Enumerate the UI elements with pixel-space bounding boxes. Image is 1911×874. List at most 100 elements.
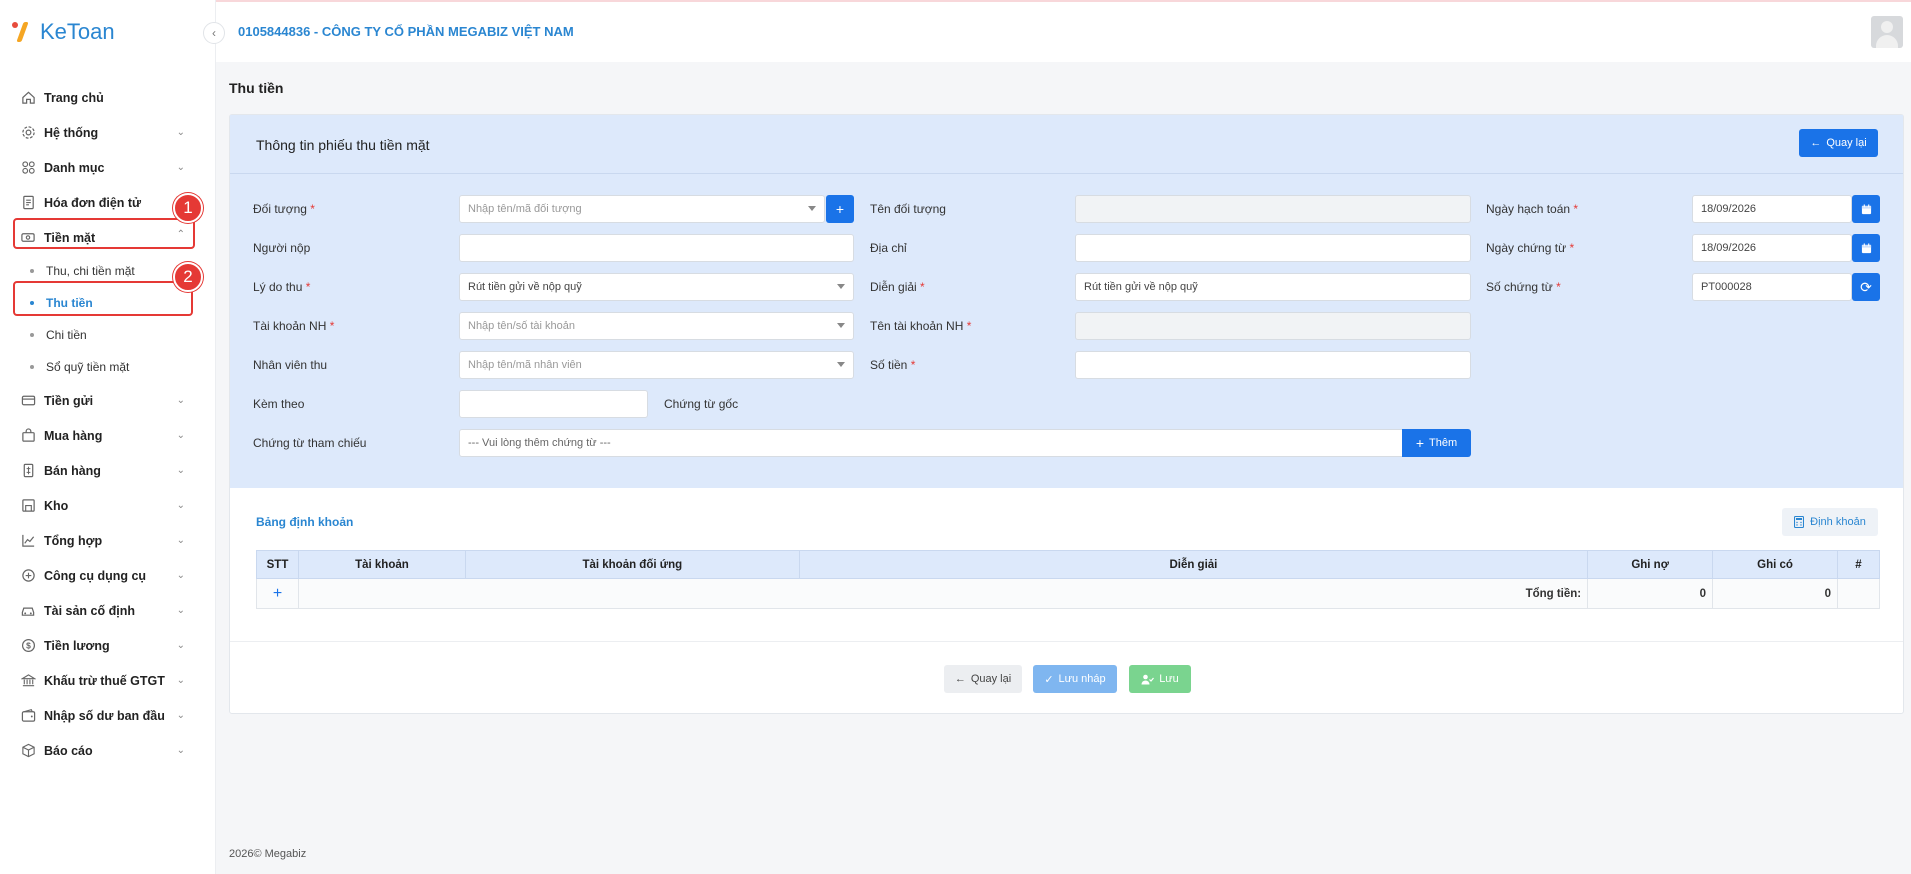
sidebar-subitem-chi-tien[interactable]: Chi tiền <box>0 319 215 351</box>
back-button-top[interactable]: ← Quay lại <box>1799 129 1878 157</box>
col-action: # <box>1836 550 1881 579</box>
sidebar-item-label: Danh mục <box>44 160 105 175</box>
sidebar-item-trang-chu[interactable]: Trang chủ <box>0 80 215 115</box>
ten-tai-khoan-nh-field[interactable] <box>1075 312 1471 340</box>
sidebar-item-label: Bán hàng <box>44 463 101 478</box>
sidebar-item-danh-muc[interactable]: Danh mục ⌄ <box>0 150 215 185</box>
kem-theo-input[interactable] <box>459 390 648 418</box>
sidebar-item-ban-hang[interactable]: Bán hàng ⌄ <box>0 453 215 488</box>
calculator-icon <box>1794 516 1805 528</box>
chevron-down-icon: ⌄ <box>176 127 185 138</box>
gear-icon <box>20 125 36 141</box>
chart-icon <box>20 533 36 549</box>
receipt-form-panel: Thông tin phiếu thu tiền mặt ← Quay lại … <box>230 115 1903 488</box>
annotation-highlight-thu-tien <box>13 281 193 316</box>
sidebar-nav: Trang chủ Hệ thống ⌄ Danh mục ⌄ Hóa đơn … <box>0 80 215 768</box>
dia-chi-input[interactable] <box>1075 234 1471 262</box>
col-ghi-co: Ghi có <box>1712 550 1838 579</box>
nhan-vien-thu-label: Nhân viên thu <box>253 358 328 372</box>
ledger-table: STT Tài khoản Tài khoản đối ứng Diễn giả… <box>256 550 1881 609</box>
col-tai-khoan: Tài khoản <box>297 550 466 579</box>
sidebar-item-tai-san-co-dinh[interactable]: Tài sản cố định ⌄ <box>0 593 215 628</box>
dia-chi-label: Địa chỉ <box>870 241 907 255</box>
logo-dot-icon <box>12 22 18 28</box>
sidebar-item-khau-tru-thue-gtgt[interactable]: Khấu trừ thuế GTGT ⌄ <box>0 663 215 698</box>
sidebar-item-nhap-so-du-ban-dau[interactable]: Nhập số dư ban đầu ⌄ <box>0 698 215 733</box>
caret-down-icon <box>837 323 845 328</box>
ly-do-thu-select[interactable]: Rút tiền gửi về nộp quỹ <box>459 273 854 301</box>
sidebar-item-bao-cao[interactable]: Báo cáo ⌄ <box>0 733 215 768</box>
sidebar-collapse-button[interactable]: ‹ <box>203 22 225 44</box>
chevron-down-icon: ⌄ <box>176 675 185 686</box>
kem-theo-label: Kèm theo <box>253 397 305 411</box>
chung-tu-tham-chieu-field[interactable]: --- Vui lòng thêm chứng từ --- <box>459 429 1403 457</box>
ten-doi-tuong-label: Tên đối tượng <box>870 202 946 216</box>
footer-copyright: 2026© Megabiz <box>229 848 307 860</box>
so-chung-tu-field[interactable]: PT000028 <box>1692 273 1852 301</box>
chevron-down-icon: ⌄ <box>176 430 185 441</box>
bank-icon <box>20 673 36 689</box>
ten-doi-tuong-field[interactable] <box>1075 195 1471 223</box>
annotation-badge-2: 2 <box>173 262 203 292</box>
arrow-left-icon: ← <box>1810 137 1822 149</box>
chevron-down-icon: ⌄ <box>176 640 185 651</box>
sidebar-item-tien-gui[interactable]: Tiền gửi ⌄ <box>0 383 215 418</box>
sidebar-item-label: Tiền gửi <box>44 393 94 408</box>
company-name: 0105844836 - CÔNG TY CỔ PHẦN MEGABIZ VIỆ… <box>238 24 574 39</box>
dinh-khoan-button[interactable]: Định khoản <box>1782 508 1878 536</box>
chevron-down-icon: ⌄ <box>176 710 185 721</box>
sidebar-subitem-so-quy-tien-mat[interactable]: Sổ quỹ tiền mặt <box>0 351 215 383</box>
chevron-left-icon: ‹ <box>212 26 216 40</box>
sidebar-subitem-label: Sổ quỹ tiền mặt <box>46 360 130 374</box>
bullet-icon <box>30 365 34 369</box>
sidebar-item-tien-luong[interactable]: $ Tiền lương ⌄ <box>0 628 215 663</box>
save-draft-button[interactable]: ✓ Lưu nháp <box>1033 665 1117 693</box>
ngay-hach-toan-field[interactable]: 18/09/2026 <box>1692 195 1852 223</box>
doi-tuong-select[interactable]: Nhập tên/mã đối tượng <box>459 195 825 223</box>
logo[interactable]: KeToan <box>12 18 115 46</box>
sidebar-item-cong-cu-dung-cu[interactable]: Công cụ dụng cụ ⌄ <box>0 558 215 593</box>
col-tai-khoan-doi-ung: Tài khoản đối ứng <box>464 550 800 579</box>
add-doi-tuong-button[interactable]: + <box>826 195 854 223</box>
so-tien-input[interactable] <box>1075 351 1471 379</box>
sidebar-item-label: Tiền lương <box>44 638 110 653</box>
them-chung-tu-button[interactable]: + Thêm <box>1402 429 1471 457</box>
calendar-button-chung-tu[interactable] <box>1852 234 1880 262</box>
sidebar-item-tong-hop[interactable]: Tổng hợp ⌄ <box>0 523 215 558</box>
avatar[interactable] <box>1871 16 1903 48</box>
chung-tu-goc-label: Chứng từ gốc <box>664 397 739 411</box>
sidebar-item-label: Tài sản cố định <box>44 603 135 618</box>
svg-text:$: $ <box>26 641 31 651</box>
check-icon: ✓ <box>1044 673 1054 686</box>
nguoi-nop-input[interactable] <box>459 234 854 262</box>
chevron-down-icon: ⌄ <box>176 745 185 756</box>
sidebar-item-he-thong[interactable]: Hệ thống ⌄ <box>0 115 215 150</box>
top-header: 0105844836 - CÔNG TY CỔ PHẦN MEGABIZ VIỆ… <box>216 2 1911 62</box>
save-label: Lưu <box>1159 673 1179 685</box>
col-stt: STT <box>256 550 299 579</box>
add-row-button[interactable]: + <box>256 578 299 609</box>
refresh-so-chung-tu-button[interactable]: ⟳ <box>1852 273 1880 301</box>
sidebar-item-kho[interactable]: Kho ⌄ <box>0 488 215 523</box>
doi-tuong-label: Đối tượng * <box>253 202 315 216</box>
sidebar-item-mua-hang[interactable]: Mua hàng ⌄ <box>0 418 215 453</box>
save-button[interactable]: Lưu <box>1129 665 1191 693</box>
ngay-chung-tu-field[interactable]: 18/09/2026 <box>1692 234 1852 262</box>
nhan-vien-thu-select[interactable]: Nhập tên/mã nhân viên <box>459 351 854 379</box>
calendar-icon <box>1861 242 1872 254</box>
chevron-down-icon: ⌄ <box>176 465 185 476</box>
caret-down-icon <box>837 284 845 289</box>
tai-khoan-nh-select[interactable]: Nhập tên/số tài khoản <box>459 312 854 340</box>
refresh-icon: ⟳ <box>1860 278 1872 295</box>
back-button[interactable]: ← Quay lại <box>944 665 1022 693</box>
page-title: Thu tiền <box>229 80 284 96</box>
wallet-icon <box>20 708 36 724</box>
sidebar-item-label: Kho <box>44 498 69 513</box>
total-debit: 0 <box>1587 578 1714 609</box>
dien-giai-input[interactable]: Rút tiền gửi về nộp quỹ <box>1075 273 1471 301</box>
home-icon <box>20 90 36 106</box>
calendar-button-hach-toan[interactable] <box>1852 195 1880 223</box>
car-icon <box>20 603 36 619</box>
caret-down-icon <box>837 362 845 367</box>
sidebar-item-label: Tổng hợp <box>44 533 103 548</box>
